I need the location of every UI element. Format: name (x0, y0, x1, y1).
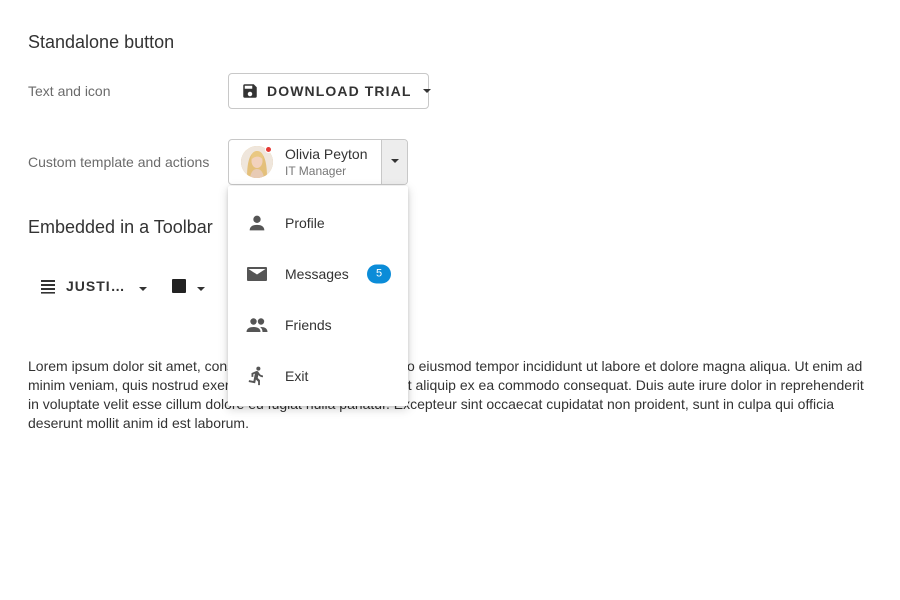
menu-item-messages[interactable]: Messages 5 (228, 248, 408, 299)
user-actions-menu: Profile Messages 5 Friends Exit (228, 186, 408, 406)
menu-item-label: Messages (285, 265, 349, 282)
text-align-dropdown-button[interactable]: JUSTI… (40, 272, 148, 300)
caret-down-icon (390, 153, 400, 171)
color-square-icon (172, 279, 186, 293)
menu-item-label: Friends (285, 316, 332, 333)
text-align-label: JUSTI… (66, 278, 126, 294)
section-title-toolbar: Embedded in a Toolbar (28, 217, 213, 237)
caret-down-icon (196, 281, 206, 291)
menu-item-label: Profile (285, 214, 325, 231)
color-dropdown-button[interactable] (172, 272, 206, 300)
row-label-text-icon: Text and icon (28, 83, 111, 99)
person-icon (245, 211, 269, 235)
mail-icon (245, 262, 269, 286)
section-title-standalone: Standalone button (28, 32, 175, 52)
user-split-button: Olivia Peyton IT Manager (228, 139, 408, 185)
caret-down-icon (138, 281, 148, 291)
user-role: IT Manager (285, 164, 347, 178)
menu-item-label: Exit (285, 367, 309, 384)
messages-count-badge: 5 (367, 264, 391, 283)
save-icon (241, 82, 259, 100)
run-icon (245, 364, 269, 388)
download-trial-label: DOWNLOAD TRIAL (267, 83, 412, 99)
menu-item-profile[interactable]: Profile (228, 197, 408, 248)
justify-icon (40, 278, 56, 294)
menu-item-exit[interactable]: Exit (228, 350, 408, 401)
row-label-custom-template: Custom template and actions (28, 154, 210, 170)
status-indicator (265, 146, 272, 153)
body-text: Lorem ipsum dolor sit amet, consectetur … (28, 358, 864, 431)
menu-item-friends[interactable]: Friends (228, 299, 408, 350)
caret-down-icon (422, 86, 432, 96)
dropdown-toggle-button[interactable] (381, 140, 407, 184)
user-name: Olivia Peyton (285, 146, 368, 162)
download-trial-dropdown-button[interactable]: DOWNLOAD TRIAL (228, 73, 432, 109)
user-split-button-main[interactable]: Olivia Peyton IT Manager (229, 140, 381, 184)
avatar (241, 146, 273, 178)
group-icon (245, 313, 269, 337)
